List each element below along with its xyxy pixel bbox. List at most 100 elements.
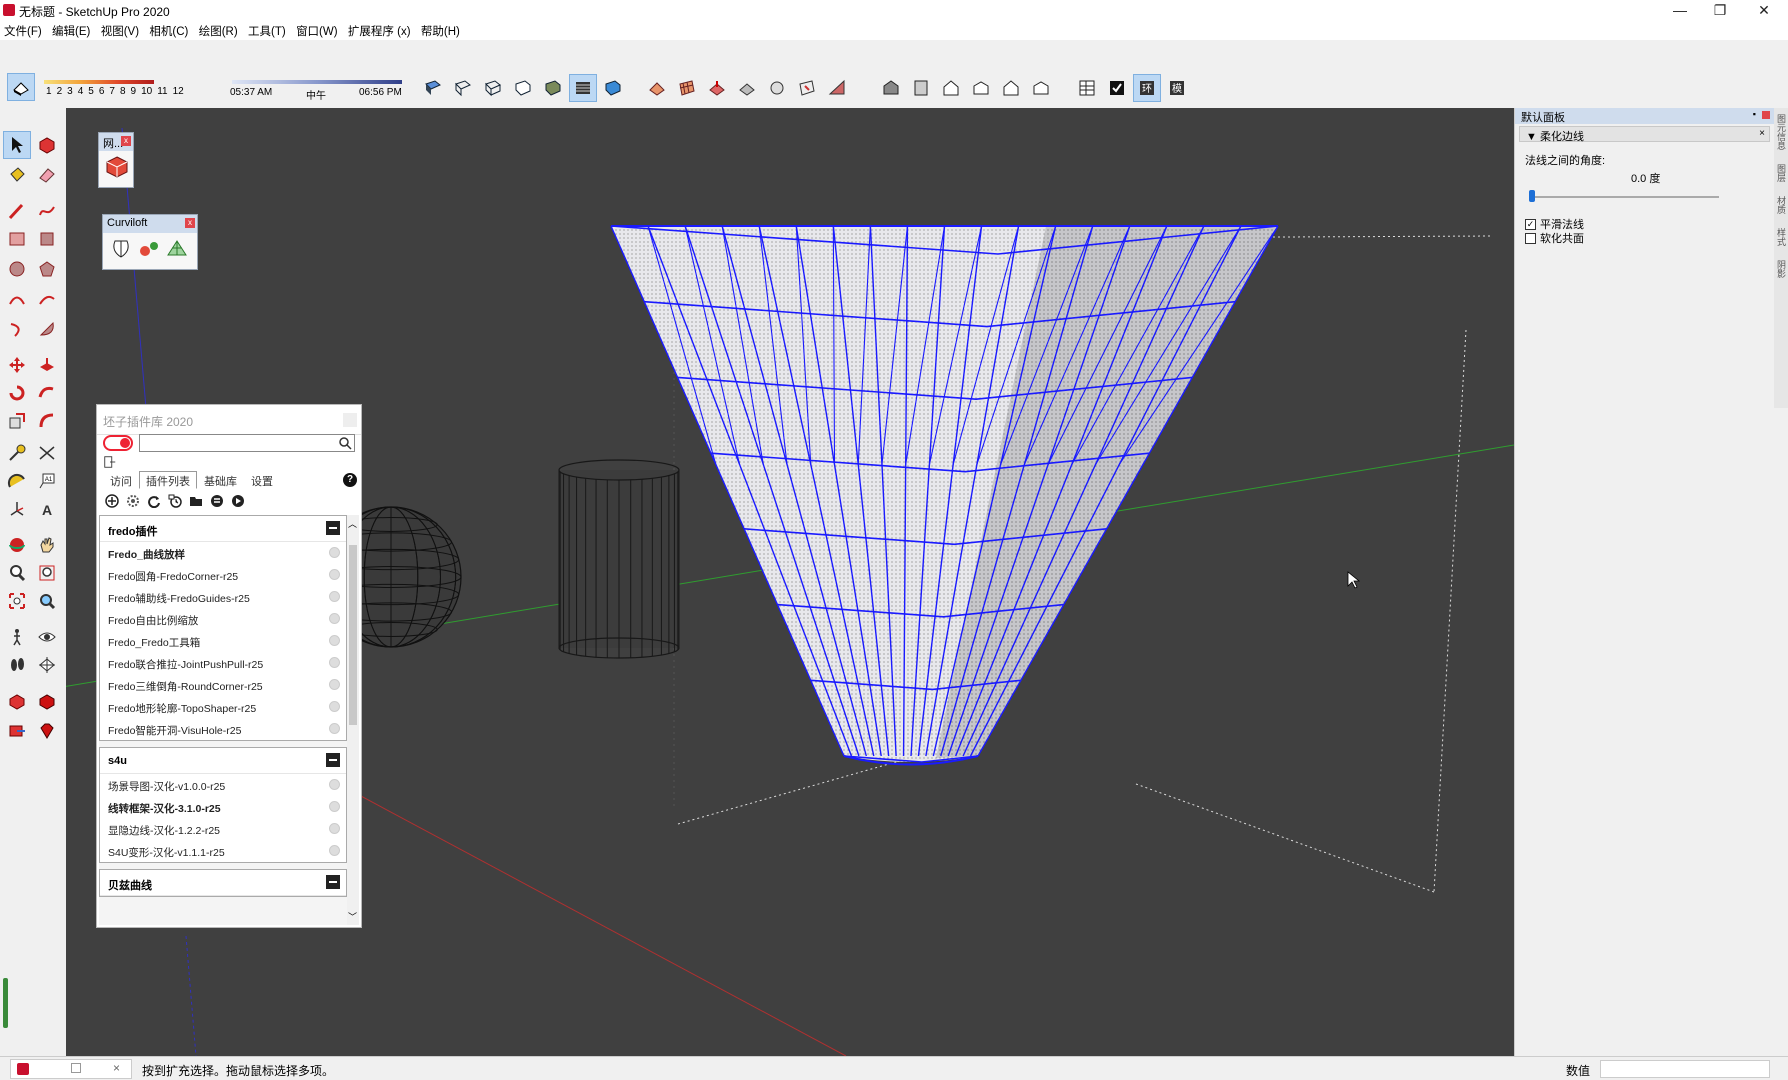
wire-cylinder[interactable] bbox=[558, 459, 680, 659]
plugin-search-input[interactable] bbox=[140, 435, 330, 451]
group-header[interactable]: 贝兹曲线 bbox=[100, 870, 346, 896]
circle-tool[interactable] bbox=[4, 256, 30, 282]
zoom-window-tool[interactable] bbox=[34, 560, 60, 586]
share-model-tool[interactable] bbox=[4, 718, 30, 744]
tab-visit[interactable]: 访问 bbox=[103, 471, 139, 489]
left-view-button[interactable] bbox=[1028, 75, 1054, 101]
warehouse-tool[interactable] bbox=[4, 688, 30, 714]
plugin-list-scrollbar[interactable]: ︿ ﹀ bbox=[347, 515, 359, 925]
top-view-button[interactable] bbox=[908, 75, 934, 101]
menu-tools[interactable]: 工具(T) bbox=[244, 22, 289, 39]
checkbox-box[interactable] bbox=[1525, 232, 1536, 244]
checkbox-box[interactable]: ✓ bbox=[1525, 218, 1536, 230]
check-button[interactable] bbox=[1104, 75, 1130, 101]
check-circle-icon[interactable] bbox=[329, 801, 340, 812]
angle-slider-knob[interactable] bbox=[1529, 190, 1535, 202]
follow-me-tool[interactable] bbox=[34, 380, 60, 406]
three-point-arc-tool[interactable] bbox=[4, 316, 30, 342]
close-button[interactable]: ✕ bbox=[1744, 0, 1784, 22]
check-circle-icon[interactable] bbox=[329, 591, 340, 602]
pie-tool[interactable] bbox=[34, 316, 60, 342]
text-tool[interactable]: A1 bbox=[34, 468, 60, 494]
group-header[interactable]: fredo插件 bbox=[100, 516, 346, 542]
list-item[interactable]: Fredo_曲线放样 bbox=[100, 542, 346, 564]
ruby-console-tool[interactable] bbox=[34, 718, 60, 744]
menu-view[interactable]: 视图(V) bbox=[97, 22, 142, 39]
side-tab-shadows[interactable]: 阴影 bbox=[1775, 260, 1788, 278]
curviloft-toolbar-header[interactable]: Curviloft x bbox=[103, 215, 197, 233]
list-item[interactable]: 显隐边线-汉化-1.2.2-r25 bbox=[100, 818, 346, 840]
menu-extensions[interactable]: 扩展程序 (x) bbox=[344, 22, 414, 39]
list-item[interactable]: 场景导图-汉化-v1.0.0-r25 bbox=[100, 774, 346, 796]
walk-tool[interactable] bbox=[4, 652, 30, 678]
collapse-icon[interactable] bbox=[326, 753, 340, 767]
check-circle-icon[interactable] bbox=[329, 845, 340, 856]
list-item[interactable]: Fredo辅助线-FredoGuides-r25 bbox=[100, 586, 346, 608]
mo-button[interactable]: 模 bbox=[1164, 75, 1190, 101]
tab-settings[interactable]: 设置 bbox=[244, 471, 280, 489]
check-circle-icon[interactable] bbox=[329, 701, 340, 712]
offset-tool[interactable] bbox=[34, 408, 60, 434]
list-item[interactable]: Fredo圆角-FredoCorner-r25 bbox=[100, 564, 346, 586]
check-circle-icon[interactable] bbox=[329, 779, 340, 790]
add-detail-button[interactable] bbox=[794, 75, 820, 101]
eraser-tool[interactable] bbox=[34, 162, 60, 188]
back-view-button[interactable] bbox=[998, 75, 1024, 101]
tray-close-icon[interactable] bbox=[1762, 111, 1770, 119]
list-item[interactable]: 线转框架-汉化-3.1.0-r25 bbox=[100, 796, 346, 818]
hidden-line-button[interactable] bbox=[510, 75, 536, 101]
smoove-button[interactable] bbox=[704, 75, 730, 101]
drape-button[interactable] bbox=[764, 75, 790, 101]
close-small-icon[interactable]: × bbox=[113, 1061, 120, 1075]
plugin-list[interactable]: fredo插件 Fredo_曲线放样 Fredo圆角-FredoCorner-r… bbox=[99, 515, 347, 925]
pan-tool[interactable] bbox=[34, 532, 60, 558]
polygon-tool[interactable] bbox=[34, 256, 60, 282]
net-toolbar-close-button[interactable]: x bbox=[121, 136, 131, 146]
plugin-search-box[interactable] bbox=[139, 434, 355, 452]
tape-measure-tool[interactable] bbox=[4, 440, 30, 466]
soften-coplanar-checkbox[interactable]: 软化共面 bbox=[1525, 230, 1584, 246]
from-scratch-button[interactable] bbox=[674, 75, 700, 101]
menu-file[interactable]: 文件(F) bbox=[0, 22, 45, 39]
dimension-tool[interactable] bbox=[34, 440, 60, 466]
look-around-tool[interactable] bbox=[34, 624, 60, 650]
side-tab-entity-info[interactable]: 图元信息 bbox=[1775, 114, 1788, 150]
check-circle-icon[interactable] bbox=[329, 823, 340, 834]
shaded-textures-button[interactable] bbox=[569, 74, 597, 102]
refresh-icon[interactable] bbox=[145, 493, 163, 509]
list-item[interactable]: Fredo智能开洞-VisuHole-r25 bbox=[100, 718, 346, 740]
check-circle-icon[interactable] bbox=[329, 547, 340, 558]
stamp-button[interactable] bbox=[734, 75, 760, 101]
xray-button[interactable] bbox=[420, 75, 446, 101]
menu-window[interactable]: 窗口(W) bbox=[292, 22, 341, 39]
3d-text-tool[interactable]: A bbox=[34, 496, 60, 522]
list-item[interactable]: Fredo三维倒角-RoundCorner-r25 bbox=[100, 674, 346, 696]
loft-by-spline-icon[interactable] bbox=[109, 237, 133, 261]
paint-bucket-tool[interactable] bbox=[4, 162, 30, 188]
plugin-panel-close-button[interactable] bbox=[343, 413, 357, 427]
maximize-small-icon[interactable] bbox=[71, 1063, 81, 1073]
list-item[interactable]: Fredo_Fredo工具箱 bbox=[100, 630, 346, 652]
scroll-up-icon[interactable]: ︿ bbox=[348, 517, 357, 530]
group-header[interactable]: s4u bbox=[100, 748, 346, 774]
collapse-icon[interactable] bbox=[326, 875, 340, 889]
net-tool-button[interactable] bbox=[99, 151, 133, 186]
history-icon[interactable] bbox=[166, 493, 184, 509]
section-plane-tool[interactable] bbox=[34, 652, 60, 678]
menu-camera[interactable]: 相机(C) bbox=[145, 22, 191, 39]
from-contours-button[interactable] bbox=[644, 75, 670, 101]
tray-header[interactable]: 默认面板 ▪ bbox=[1515, 108, 1774, 124]
measurements-input[interactable] bbox=[1600, 1060, 1770, 1078]
scroll-down-icon[interactable]: ﹀ bbox=[348, 910, 357, 923]
wireframe-button[interactable] bbox=[480, 75, 506, 101]
download-icon[interactable] bbox=[208, 493, 226, 509]
iso-view-button[interactable] bbox=[878, 75, 904, 101]
search-icon[interactable] bbox=[338, 436, 352, 450]
check-circle-icon[interactable] bbox=[329, 657, 340, 668]
check-circle-icon[interactable] bbox=[329, 569, 340, 580]
scale-tool[interactable] bbox=[4, 408, 30, 434]
menu-draw[interactable]: 绘图(R) bbox=[195, 22, 241, 39]
green-side-handle[interactable] bbox=[3, 978, 8, 1028]
side-tab-layers[interactable]: 图层 bbox=[1775, 164, 1788, 182]
panel-settings-icon[interactable] bbox=[103, 455, 117, 469]
